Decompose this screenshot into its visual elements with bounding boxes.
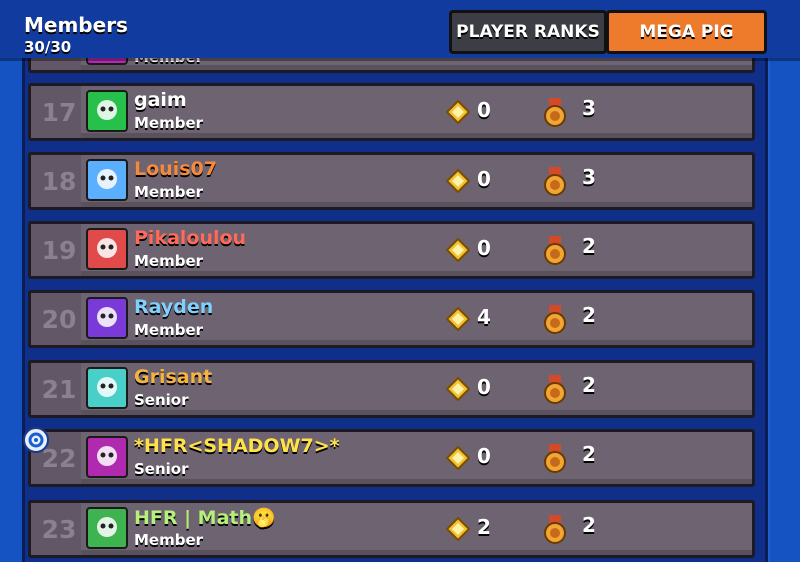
member-role: Member [134,183,204,201]
members-header: Members 30/30 PLAYER RANKS MEGA PIG [0,0,800,58]
gem-icon [446,446,470,470]
medal-count: 2 [582,513,596,537]
gem-count: 0 [477,236,491,260]
navi-logo-avatar-icon [86,436,128,478]
gem-count: 0 [477,167,491,191]
member-role: Member [134,114,204,132]
gem-icon [446,377,470,401]
member-name[interactable]: HFR | Math🫢 [134,506,276,529]
member-name[interactable]: Rayden [134,296,213,318]
medal-icon [544,98,566,127]
member-name[interactable]: gaim [134,89,187,111]
member-row[interactable]: 19 Pikaloulou Member 0 2 [28,221,755,279]
avatar-face-icon [97,169,117,189]
gem-count: 0 [477,375,491,399]
medal-count: 2 [582,234,596,258]
avatar-face-icon [97,307,117,327]
medal-count: 2 [582,442,596,466]
member-name[interactable]: Louis07 [134,158,217,180]
green-cactus-avatar-icon [86,90,128,132]
gem-icon [446,169,470,193]
tab-mega-pig[interactable]: MEGA PIG [606,10,767,54]
sk-logo-avatar-icon [86,159,128,201]
skull-crossbones-avatar-icon [86,367,128,409]
member-name[interactable]: Pikaloulou [134,227,246,249]
medal-icon [544,305,566,334]
member-role: Senior [134,460,189,478]
medal-icon [544,167,566,196]
red-skull-avatar-icon [86,228,128,270]
member-row[interactable]: 20 Rayden Member 4 2 [28,290,755,348]
avatar-face-icon [97,377,117,397]
medal-icon [544,236,566,265]
medal-icon [544,375,566,404]
member-rank: 18 [41,167,77,196]
member-row[interactable]: 21 Grisant Senior 0 2 [28,360,755,418]
medal-count: 2 [582,373,596,397]
member-role: Member [134,531,204,549]
avatar-face-icon [97,238,117,258]
avatar-face-icon [97,100,117,120]
member-name[interactable]: Grisant [134,366,212,388]
avatar-face-icon [97,446,117,466]
member-rank: 17 [41,98,77,127]
member-rank: 20 [41,305,77,334]
members-count: 30/30 [24,38,72,56]
medal-count: 2 [582,303,596,327]
member-rank: 21 [41,375,77,404]
gem-count: 0 [477,98,491,122]
members-title: Members [24,13,128,37]
member-row[interactable]: 22 *HFR<SHADOW7>* Senior 0 2 [28,429,755,487]
gem-icon [446,238,470,262]
member-rank: 23 [41,515,77,544]
medal-icon [544,515,566,544]
ping-icon[interactable] [23,427,49,453]
member-row[interactable]: 17 gaim Member 0 3 [28,83,755,141]
member-name[interactable]: *HFR<SHADOW7>* [134,435,340,457]
medal-icon [544,444,566,473]
member-rank: 19 [41,236,77,265]
gem-count: 0 [477,444,491,468]
gem-count: 4 [477,305,491,329]
purple-skull-avatar-icon [86,297,128,339]
gem-icon [446,517,470,541]
member-role: Member [134,252,204,270]
medal-count: 3 [582,96,596,120]
member-role: Member [134,321,204,339]
member-row[interactable]: 23 HFR | Math🫢 Member 2 2 [28,500,755,558]
background-right [770,0,800,562]
gem-icon [446,307,470,331]
medal-count: 3 [582,165,596,189]
avatar-face-icon [97,517,117,537]
member-row[interactable]: 18 Louis07 Member 0 3 [28,152,755,210]
background-left [0,0,22,562]
tab-player-ranks[interactable]: PLAYER RANKS [449,10,607,54]
green-spike-avatar-icon [86,507,128,549]
gem-count: 2 [477,515,491,539]
member-role: Senior [134,391,189,409]
gem-icon [446,100,470,124]
